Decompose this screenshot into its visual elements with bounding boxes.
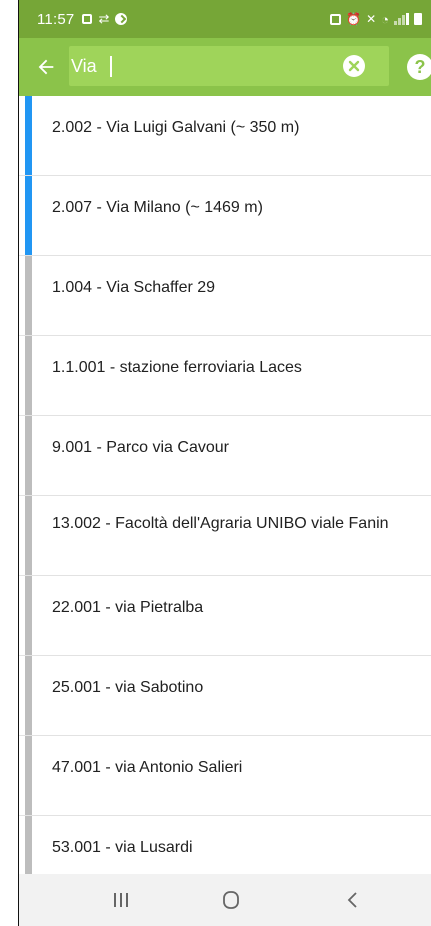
lock-icon	[330, 13, 342, 25]
item-label: 2.002 - Via Luigi Galvani (~ 350 m)	[52, 119, 300, 136]
list-item[interactable]: 1.004 - Via Schaffer 29	[19, 256, 431, 336]
status-left-icons: ⇄	[82, 11, 128, 27]
list-item[interactable]: 2.002 - Via Luigi Galvani (~ 350 m)	[19, 96, 431, 176]
item-indicator	[25, 496, 32, 575]
status-right-icons: ⏰ ✕ ◔	[330, 12, 422, 27]
item-indicator	[25, 176, 32, 255]
item-indicator	[25, 576, 32, 655]
list-item[interactable]: 9.001 - Parco via Cavour	[19, 416, 431, 496]
help-button[interactable]: ?	[407, 54, 431, 80]
list-item[interactable]: 25.001 - via Sabotino	[19, 656, 431, 736]
nav-back-button[interactable]	[333, 886, 373, 914]
list-item[interactable]: 13.002 - Facoltà dell'Agraria UNIBO vial…	[19, 496, 431, 576]
item-indicator	[25, 816, 32, 874]
text-cursor	[110, 56, 112, 77]
item-indicator	[25, 656, 32, 735]
back-button[interactable]	[29, 50, 63, 84]
item-indicator	[25, 416, 32, 495]
search-box	[69, 46, 389, 86]
check-circle-icon	[115, 13, 128, 25]
home-icon	[223, 891, 239, 909]
status-time: 11:57	[37, 10, 75, 28]
item-label: 13.002 - Facoltà dell'Agraria UNIBO vial…	[52, 515, 389, 532]
item-label: 1.1.001 - stazione ferroviaria Laces	[52, 359, 302, 376]
list-item[interactable]: 22.001 - via Pietralba	[19, 576, 431, 656]
item-indicator	[25, 336, 32, 415]
item-label: 53.001 - via Lusardi	[52, 839, 193, 856]
item-label: 9.001 - Parco via Cavour	[52, 439, 229, 456]
arrow-left-icon	[38, 59, 54, 75]
item-label: 47.001 - via Antonio Salieri	[52, 759, 243, 776]
item-label: 2.007 - Via Milano (~ 1469 m)	[52, 199, 263, 216]
item-label: 25.001 - via Sabotino	[52, 679, 204, 696]
recents-button[interactable]	[101, 886, 141, 914]
help-icon: ?	[414, 56, 426, 77]
app-screen: 11:57 ⇄ ⏰ ✕ ◔ Via ? 2.002 - Via Luigi Ga…	[18, 0, 431, 926]
battery-icon	[414, 13, 422, 25]
list-item[interactable]: 1.1.001 - stazione ferroviaria Laces	[19, 336, 431, 416]
nav-back-icon	[347, 892, 357, 908]
notification-icon	[82, 14, 93, 24]
item-label: 1.004 - Via Schaffer 29	[52, 279, 216, 296]
results-list: 2.002 - Via Luigi Galvani (~ 350 m) 2.00…	[19, 96, 431, 874]
home-button[interactable]	[211, 886, 251, 914]
item-indicator	[25, 256, 32, 335]
alarm-icon: ⏰	[346, 12, 362, 26]
list-item[interactable]: 47.001 - via Antonio Salieri	[19, 736, 431, 816]
item-indicator	[25, 96, 32, 175]
signal-icon	[394, 13, 409, 25]
system-nav-bar	[19, 874, 431, 926]
wifi-icon: ◔	[381, 11, 389, 27]
item-label: 22.001 - via Pietralba	[52, 599, 204, 616]
mute-icon: ✕	[366, 12, 377, 26]
list-item[interactable]: 2.007 - Via Milano (~ 1469 m)	[19, 176, 431, 256]
item-indicator	[25, 736, 32, 815]
toolbar: ?	[19, 38, 431, 96]
status-bar: 11:57 ⇄ ⏰ ✕ ◔	[19, 0, 431, 38]
clear-button[interactable]	[343, 55, 365, 77]
recents-icon	[114, 893, 128, 907]
share-icon: ⇄	[98, 11, 110, 26]
list-item[interactable]: 53.001 - via Lusardi	[19, 816, 431, 874]
clear-circle-icon	[348, 60, 360, 72]
